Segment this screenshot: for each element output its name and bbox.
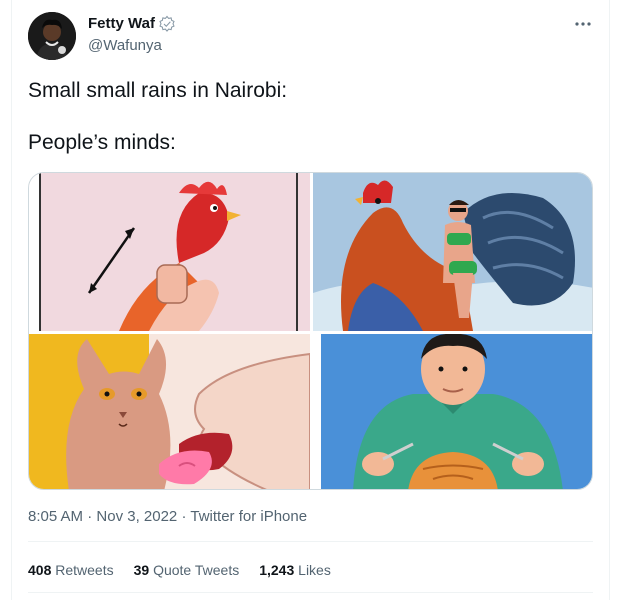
retweets-label: Retweets (55, 562, 114, 578)
media-grid (28, 172, 593, 490)
more-options-button[interactable] (571, 14, 595, 34)
tweet-time-link[interactable]: 8:05 AM (28, 508, 83, 525)
separator: · (87, 508, 93, 525)
rooster-hand-image (29, 173, 310, 331)
quote-tweets-stat[interactable]: 39 Quote Tweets (134, 562, 240, 578)
tweet-date-link[interactable]: Nov 3, 2022 (96, 508, 177, 525)
media-image-1[interactable] (29, 173, 310, 331)
tweet-card: Fetty Waf @Wafunya Small small rains in … (11, 0, 610, 600)
author-display-name[interactable]: Fetty Waf (88, 15, 155, 32)
cat-tongue-image (29, 334, 310, 489)
separator: · (181, 508, 187, 525)
tweet-timestamp: 8:05 AM · Nov 3, 2022 · Twitter for iPho… (28, 508, 307, 525)
retweets-count: 408 (28, 562, 52, 578)
likes-count: 1,243 (259, 562, 295, 578)
man-eating-cat-image (313, 334, 592, 489)
author-handle[interactable]: @Wafunya (88, 37, 162, 54)
retweets-stat[interactable]: 408 Retweets (28, 562, 114, 578)
media-image-3[interactable] (29, 334, 310, 489)
tweet-source-link[interactable]: Twitter for iPhone (190, 508, 307, 525)
tweet-text: Small small rains in Nairobi: People’s m… (28, 78, 287, 156)
avatar-image (28, 12, 76, 60)
likes-label: Likes (298, 562, 331, 578)
verified-badge-icon (159, 15, 175, 32)
giant-rooster-rider-image (313, 173, 592, 331)
divider (28, 592, 593, 593)
quote-tweets-label: Quote Tweets (153, 562, 240, 578)
tweet-stats: 408 Retweets 39 Quote Tweets 1,243 Likes (28, 562, 331, 578)
media-image-2[interactable] (313, 173, 592, 331)
likes-stat[interactable]: 1,243 Likes (259, 562, 331, 578)
tweet-text-line-2: People’s minds: (28, 131, 176, 154)
more-dots-icon (575, 22, 591, 26)
divider (28, 541, 593, 542)
media-image-4[interactable] (313, 334, 592, 489)
avatar[interactable] (28, 12, 76, 60)
tweet-text-line-1: Small small rains in Nairobi: (28, 79, 288, 102)
quote-tweets-count: 39 (133, 562, 150, 578)
